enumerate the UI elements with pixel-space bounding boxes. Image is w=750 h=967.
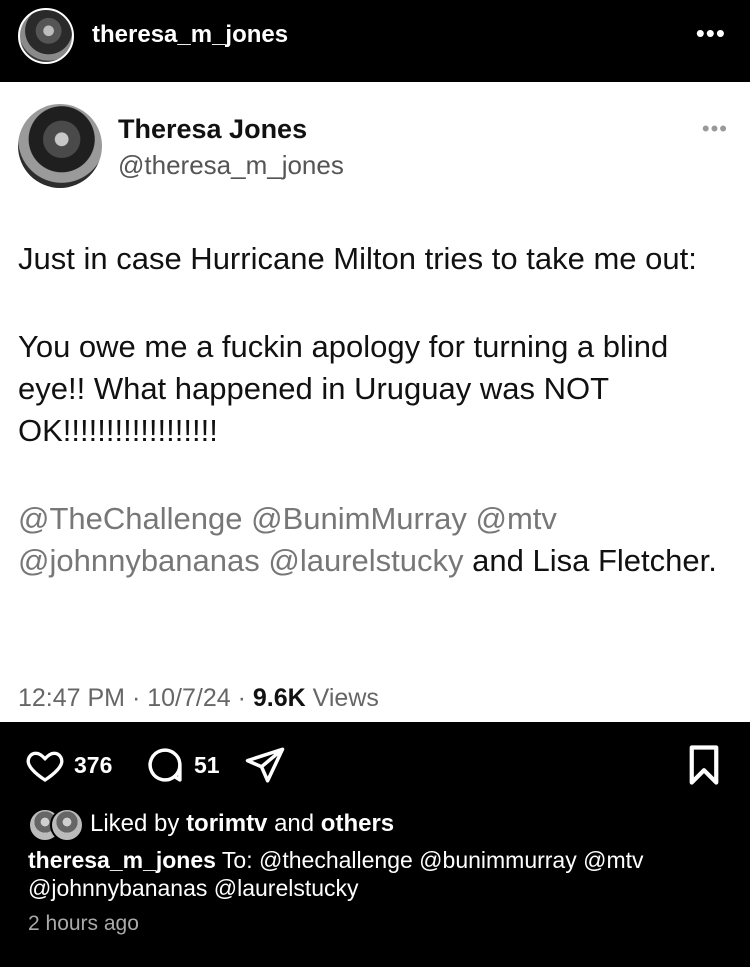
like-button[interactable]: 376 [24, 740, 112, 790]
tweet-author-name: Theresa Jones [118, 114, 308, 144]
more-options-icon[interactable]: ••• [696, 18, 726, 48]
heart-icon [26, 751, 64, 782]
header-username[interactable]: theresa_m_jones [92, 21, 288, 49]
action-bar: 376 51 [0, 740, 750, 790]
tweet-line-1: Just in case Hurricane Milton tries to t… [18, 241, 697, 276]
tweet-author-handle: @theresa_m_jones [118, 150, 344, 180]
liked-by-and: and [274, 810, 315, 837]
send-icon [245, 747, 285, 783]
post-timestamp: 2 hours ago [28, 912, 139, 935]
liked-by-others[interactable]: others [321, 810, 394, 838]
comments-count: 51 [194, 751, 220, 778]
liked-by-user[interactable]: torimtv [186, 810, 267, 838]
post-header: theresa_m_jones ••• [0, 0, 750, 82]
comment-icon [148, 748, 182, 782]
share-button[interactable] [244, 740, 286, 790]
liked-by[interactable]: Liked by torimtv and others [28, 808, 394, 842]
save-button[interactable] [686, 740, 722, 790]
caption: theresa_m_jones To: @thechallenge @bunim… [28, 846, 728, 902]
liked-avatar-2 [50, 808, 84, 842]
tweet-line-3: @TheChallenge @BunimMurray @mtv @johnnyb… [18, 498, 738, 582]
bookmark-icon [689, 745, 719, 785]
comment-button[interactable]: 51 [144, 740, 220, 790]
tweet-body: Just in case Hurricane Milton tries to t… [18, 238, 738, 582]
liked-by-avatars [28, 808, 84, 842]
tweet-mentions-tail: and Lisa Fletcher. [463, 543, 717, 578]
tweet-time: 12:47 PM [18, 684, 126, 712]
tweet-avatar [18, 104, 102, 188]
tweet-views-count: 9.6K [252, 684, 306, 712]
tweet-image: Theresa Jones @theresa_m_jones ••• Just … [0, 82, 750, 722]
tweet-more-icon: ••• [701, 116, 728, 141]
tweet-line-2: You owe me a fuckin apology for turning … [18, 329, 669, 448]
tweet-date: 10/7/24 [147, 684, 231, 712]
caption-username[interactable]: theresa_m_jones [28, 847, 216, 873]
avatar[interactable] [18, 8, 74, 64]
likes-count: 376 [74, 751, 113, 778]
tweet-meta: 12:47 PM · 10/7/24 · 9.6K Views [18, 684, 379, 712]
tweet-views-label: Views [312, 684, 379, 712]
liked-by-prefix: Liked by [90, 810, 180, 837]
